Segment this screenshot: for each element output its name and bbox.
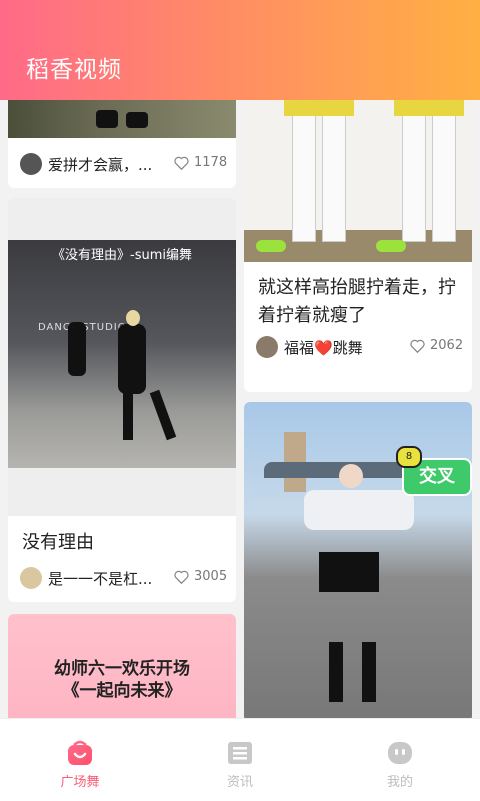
- author-info[interactable]: 是一一不是杠...: [20, 567, 152, 589]
- video-thumbnail[interactable]: 交叉 8: [244, 402, 472, 718]
- author-info[interactable]: 爱拼才会赢，...: [20, 153, 152, 175]
- avatar: [20, 567, 42, 589]
- author-name: 爱拼才会赢，...: [48, 155, 153, 174]
- video-feed[interactable]: 爱拼才会赢，... 1178 《没有理由》-sumi编舞 DANCE STUDI…: [0, 100, 480, 718]
- like-count[interactable]: 2062: [410, 338, 463, 353]
- video-card[interactable]: 《没有理由》-sumi编舞 DANCE STUDIO 没有理由 是一一不是杠..…: [8, 198, 236, 602]
- video-title: 没有理由: [22, 532, 94, 553]
- heart-icon: [410, 339, 425, 353]
- video-thumbnail[interactable]: [244, 100, 472, 262]
- app-header: 稻香视频: [0, 0, 480, 100]
- tab-mine[interactable]: 我的: [320, 719, 480, 801]
- video-card[interactable]: 就这样高抬腿拧着走，拧着拧着就瘦了 福福❤️跳舞 2062: [244, 100, 472, 392]
- video-card[interactable]: 交叉 8: [244, 402, 472, 718]
- like-count[interactable]: 1178: [174, 155, 227, 170]
- author-info[interactable]: 福福❤️跳舞: [256, 336, 363, 358]
- video-thumbnail[interactable]: [8, 100, 236, 138]
- tab-news[interactable]: 资讯: [160, 719, 320, 801]
- heart-icon: [174, 156, 189, 170]
- news-icon: [228, 742, 252, 764]
- banner-text-2: 《一起向未来》: [62, 681, 182, 701]
- video-thumbnail[interactable]: 《没有理由》-sumi编舞 DANCE STUDIO: [8, 198, 236, 516]
- author-name: 是一一不是杠...: [48, 569, 153, 588]
- tab-label: 广场舞: [60, 775, 100, 790]
- bottom-tab-bar: 广场舞 资讯 我的: [0, 718, 480, 801]
- profile-face-icon: [388, 742, 412, 764]
- video-overlay-title: 《没有理由》-sumi编舞: [52, 248, 192, 263]
- smile-bag-icon: [68, 740, 92, 765]
- avatar: [20, 153, 42, 175]
- author-name: 福福❤️跳舞: [284, 338, 363, 357]
- app-title: 稻香视频: [26, 57, 122, 83]
- tab-square-dance[interactable]: 广场舞: [0, 719, 160, 801]
- video-card[interactable]: 爱拼才会赢，... 1178: [8, 100, 236, 188]
- video-title: 就这样高抬腿拧着走，拧着拧着就瘦了: [258, 277, 456, 326]
- sticker-tag: 8: [396, 446, 422, 468]
- tab-label: 资讯: [226, 775, 253, 790]
- heart-icon: [174, 570, 189, 584]
- like-count[interactable]: 3005: [174, 569, 227, 584]
- avatar: [256, 336, 278, 358]
- video-card[interactable]: 幼师六一欢乐开场 《一起向未来》: [8, 614, 236, 718]
- tab-label: 我的: [386, 775, 413, 790]
- video-thumbnail[interactable]: 幼师六一欢乐开场 《一起向未来》: [8, 614, 236, 718]
